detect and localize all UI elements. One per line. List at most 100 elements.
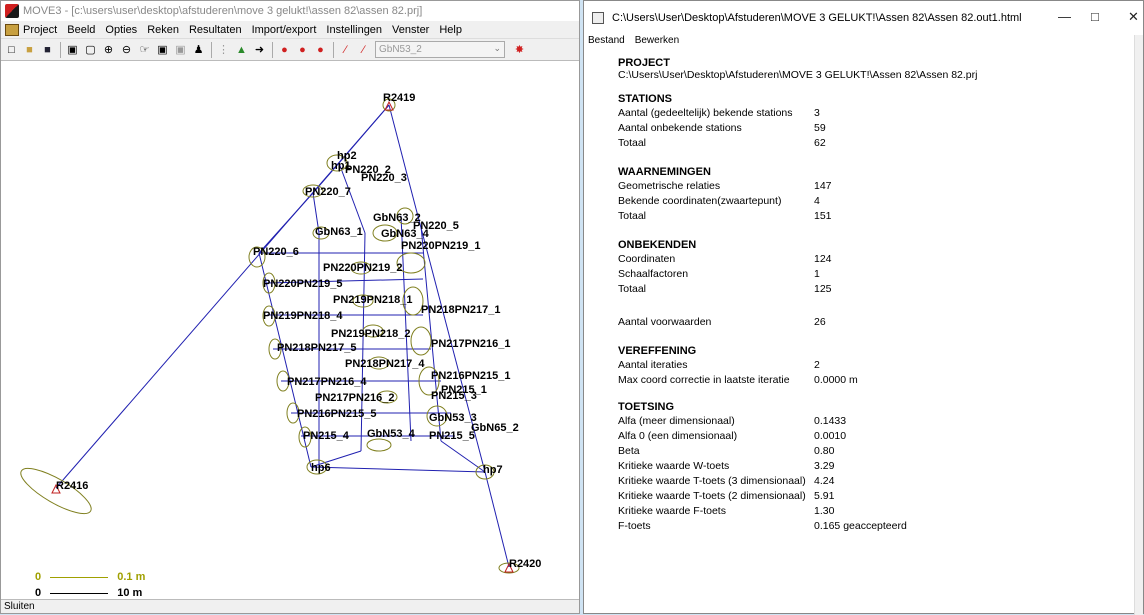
menu-reken[interactable]: Reken [147,24,179,36]
station-label: R2420 [509,558,541,570]
menu-help[interactable]: Help [439,24,462,36]
station-label: GbN65_2 [471,422,519,434]
new-file-icon[interactable]: □ [3,41,20,58]
menu-venster[interactable]: Venster [392,24,429,36]
station-label: PN218PN217_4 [345,358,425,370]
maximize-icon[interactable]: □ [1091,9,1099,24]
project-path: C:\Users\User\Desktop\Afstuderen\MOVE 3 … [618,69,978,81]
zoom-in-icon[interactable]: ⊕ [100,41,117,58]
menu-opties[interactable]: Opties [105,24,137,36]
minimize-icon[interactable]: — [1058,9,1071,24]
menu-resultaten[interactable]: Resultaten [189,24,242,36]
move3-title: MOVE3 - [c:\users\user\desktop\afstudere… [23,5,423,17]
station-label: GbN53_3 [429,412,477,424]
vertical-scrollbar[interactable] [1134,35,1143,615]
error-ellipse [410,326,432,356]
row-value: 0.1433 [814,414,847,427]
row-value: 0.165 geaccepteerd [814,519,907,532]
row-value: 4.24 [814,474,835,487]
report-section: Aantal voorwaarden 26 [618,314,1138,329]
move3-window: MOVE3 - [c:\users\user\desktop\afstudere… [0,0,580,614]
station-labels: R2419 R2416 R2420 hp2 hp1 hp6 hp7 PN220_… [56,92,541,570]
add-observation-icon[interactable]: ∕ [337,41,354,58]
grid-icon[interactable]: ⋮ [215,41,232,58]
report-row: F-toets 0.165 geaccepteerd [618,518,1138,533]
measure-icon[interactable]: ♟ [190,41,207,58]
network-line [420,225,442,442]
scale-bar-network: 0 10 m [35,587,142,599]
station-label: PN219PN218_2 [331,328,411,340]
report-row: Kritieke waarde T-toets (2 dimensionaal)… [618,488,1138,503]
row-value: 1.30 [814,504,835,517]
move-station-icon[interactable]: ● [294,41,311,58]
network-line [310,466,486,473]
section-heading: VEREFFENING [618,345,697,357]
station-label: PN218PN217_1 [421,304,501,316]
project-folder-icon[interactable] [5,23,19,36]
row-label: Schaalfactoren [618,267,689,280]
station-label: PN217PN216_4 [287,376,367,388]
pan-hand-icon[interactable]: ☞ [136,41,153,58]
menu-bewerken[interactable]: Bewerken [635,35,679,46]
station-label: PN217PN216_1 [431,338,511,350]
delete-observation-icon[interactable]: ∕ [355,41,372,58]
close-icon[interactable]: ✕ [1128,9,1139,25]
menu-bestand[interactable]: Bestand [588,35,625,46]
station-label: PN215_4 [303,430,350,442]
toolbar-separator [211,41,212,58]
report-window: C:\Users\User\Desktop\Afstuderen\MOVE 3 … [583,0,1144,615]
row-label: Beta [618,444,640,457]
zoom-out-icon[interactable]: ⊖ [118,41,135,58]
previous-view-icon[interactable]: ▣ [172,41,189,58]
row-value: 0.0010 [814,429,847,442]
network-line [388,104,410,183]
arrow-icon[interactable]: ➜ [251,41,268,58]
row-label: Totaal [618,282,647,295]
scale-bar-left: 0 [35,587,42,599]
report-section: TOETSING Alfa (meer dimensionaal) 0.1433 Al… [618,401,1138,533]
section-heading: ONBEKENDEN [618,239,697,251]
menu-beeld[interactable]: Beeld [67,24,95,36]
network-icon[interactable]: ▲ [233,41,250,58]
save-icon[interactable]: ■ [39,41,56,58]
chevron-down-icon[interactable]: ⌄ [493,43,501,54]
row-value: 5.91 [814,489,835,502]
row-label: Aantal (gedeeltelijk) bekende stations [618,106,793,119]
station-combo[interactable]: GbN53_2 ⌄ [375,41,505,58]
zoom-window-icon[interactable]: ▢ [82,41,99,58]
menu-instellingen[interactable]: Instellingen [326,24,382,36]
open-folder-icon[interactable]: ■ [21,41,38,58]
row-value: 26 [814,315,826,328]
add-station-icon[interactable]: ● [276,41,293,58]
network-canvas[interactable]: R2419 R2416 R2420 hp2 hp1 hp6 hp7 PN220_… [1,63,579,599]
status-text: Sluiten [4,601,35,612]
station-label: PN220_3 [361,172,407,184]
report-menubar: Bestand Bewerken [584,33,1143,47]
row-value: 3.29 [814,459,835,472]
station-label: PN219PN218_4 [263,310,343,322]
document-icon [592,12,604,24]
report-section: ONBEKENDEN Coordinaten 124 Schaalfactoren 1 T… [618,239,1138,296]
report-row: Beta 0.80 [618,443,1138,458]
row-value: 59 [814,121,826,134]
menu-project[interactable]: Project [23,24,57,36]
zoom-extent-icon[interactable]: ▣ [64,41,81,58]
row-value: 1 [814,267,820,280]
row-value: 3 [814,106,820,119]
scale-bar-line [50,592,109,594]
menu-import-export[interactable]: Import/export [252,24,317,36]
row-value: 0.0000 m [814,373,858,386]
refresh-view-icon[interactable]: ▣ [154,41,171,58]
station-label: PN220_6 [253,246,299,258]
network-lines [55,104,510,568]
toolbar-separator [272,41,273,58]
move3-menubar: Project Beeld Opties Reken Resultaten Im… [1,21,579,39]
report-titlebar: C:\Users\User\Desktop\Afstuderen\MOVE 3 … [584,1,1143,35]
find-station-icon[interactable]: ✸ [511,41,528,58]
section-heading: TOETSING [618,401,675,413]
report-row: Schaalfactoren 1 [618,266,1138,281]
project-heading: PROJECT [618,57,670,69]
row-label: Kritieke waarde T-toets (3 dimensionaal) [618,474,806,487]
delete-station-icon[interactable]: ● [312,41,329,58]
move3-logo-icon [5,4,19,18]
